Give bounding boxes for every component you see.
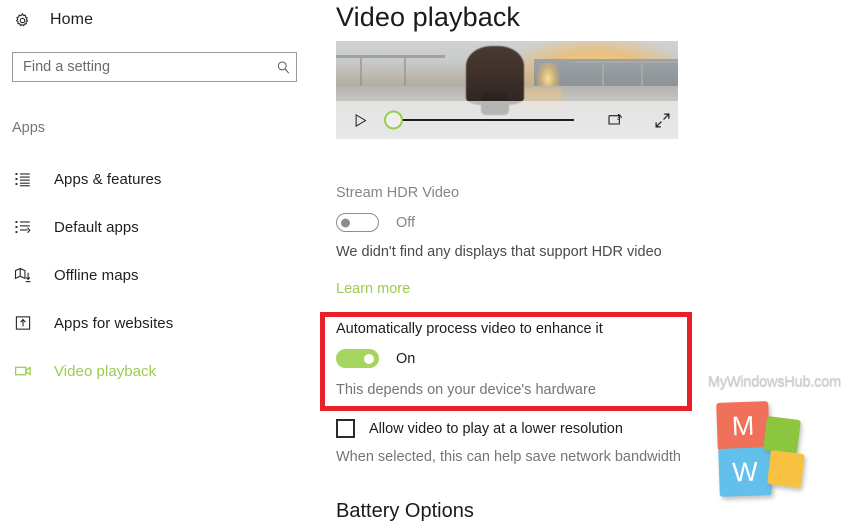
sidebar-item-label: Default apps [54,218,139,236]
lower-resolution-description: When selected, this can help save networ… [336,449,681,465]
list-icon [12,168,34,190]
sidebar-item-offline-maps[interactable]: Offline maps [0,251,320,299]
sidebar-group-label: Apps [12,120,46,136]
logo-square-green [763,416,801,454]
enhance-toggle-state: On [396,350,416,367]
enhance-toggle[interactable]: On [336,349,415,368]
learn-more-link[interactable]: Learn more [336,281,410,297]
walking-person-silhouette [465,45,525,116]
sidebar-item-video-playback[interactable]: Video playback [0,347,320,395]
lower-resolution-checkbox-row[interactable]: Allow video to play at a lower resolutio… [336,419,623,438]
logo-square-yellow [767,450,805,488]
enhance-toggle-track[interactable] [336,349,379,368]
sidebar-item-label: Apps for websites [54,314,174,332]
enhance-description: This depends on your device's hardware [336,382,596,398]
cast-icon[interactable] [606,112,624,128]
sidebar-item-label: Offline maps [54,266,139,284]
watermark-logo: M W [716,396,817,497]
page-title: Video playback [336,2,521,32]
map-download-icon [12,264,34,286]
lower-resolution-checkbox[interactable] [336,419,355,438]
progress-thumb[interactable] [384,110,403,130]
search-icon[interactable] [270,53,296,81]
progress-track [396,119,574,121]
video-camera-icon [12,360,34,382]
video-preview[interactable] [336,41,678,139]
sidebar-home-label: Home [50,11,94,28]
hdr-toggle-state: Off [396,214,416,231]
search-input[interactable] [13,53,270,81]
enhance-toggle-knob [364,353,374,364]
battery-options-section-title: Battery Options [336,500,474,522]
enhance-setting-label: Automatically process video to enhance i… [336,321,603,337]
hdr-setting-label: Stream HDR Video [336,185,460,201]
sidebar-item-apps-features[interactable]: Apps & features [0,155,320,203]
video-progress-slider[interactable] [384,110,574,130]
search-box[interactable] [12,52,297,82]
watermark: MyWindowsHub.com M W [705,374,861,497]
sidebar-item-label: Apps & features [54,170,162,188]
hdr-description: We didn't find any displays that support… [336,244,662,260]
play-icon[interactable] [353,112,368,129]
hdr-toggle-knob [341,218,350,227]
lower-resolution-label: Allow video to play at a lower resolutio… [369,420,623,437]
logo-square-w: W [718,447,772,497]
sidebar-item-home[interactable]: Home [12,6,93,34]
hdr-toggle[interactable]: Off [336,213,415,232]
sidebar-nav: Apps & features Default apps Offline map… [0,155,320,395]
watermark-text: MyWindowsHub.com [708,374,841,390]
video-controls-bar [336,101,678,139]
box-up-arrow-icon [12,312,34,334]
hdr-toggle-track[interactable] [336,213,379,232]
sidebar-item-default-apps[interactable]: Default apps [0,203,320,251]
gear-icon [12,10,32,30]
logo-square-m: M [716,401,770,451]
sidebar-item-label: Video playback [54,362,157,380]
fullscreen-icon[interactable] [654,112,671,129]
settings-sidebar: Home Apps [0,0,320,522]
sidebar-item-apps-for-websites[interactable]: Apps for websites [0,299,320,347]
list-arrow-icon [12,216,34,238]
